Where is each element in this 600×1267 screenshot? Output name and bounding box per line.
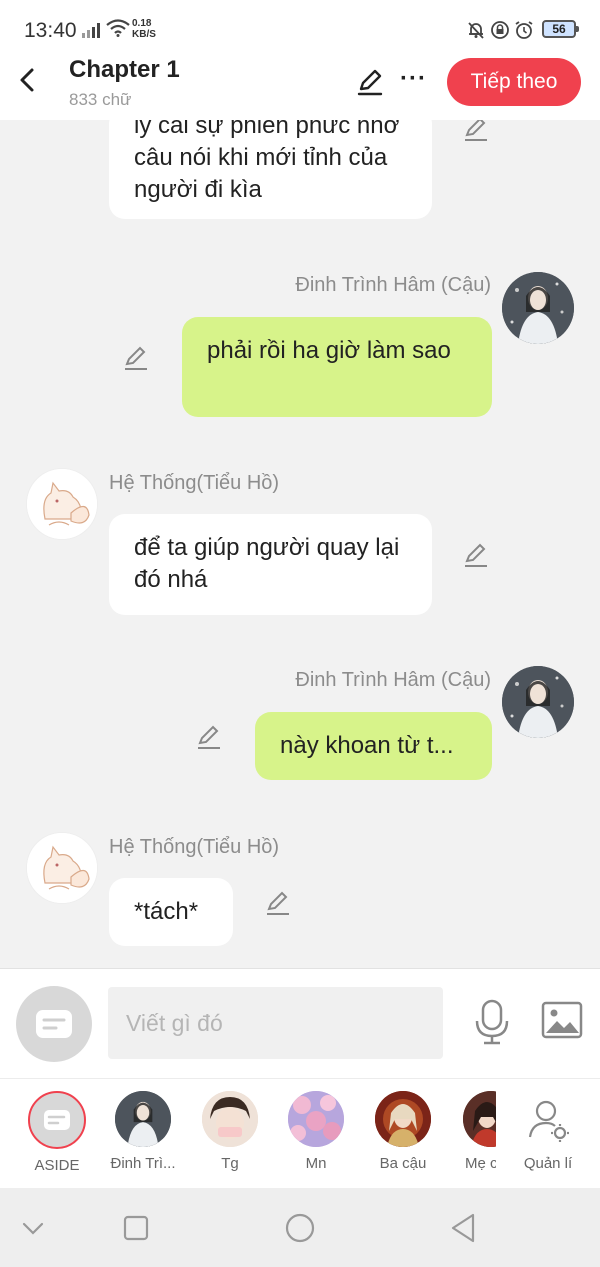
lock-rotation-icon	[491, 21, 509, 39]
nav-collapse-chevron-icon[interactable]	[15, 1210, 51, 1246]
character-label: ASIDE	[34, 1157, 80, 1174]
character-avatar[interactable]	[26, 468, 98, 540]
character-manage-button[interactable]: Quản lí	[505, 1091, 591, 1172]
message-text: phải rồi ha giờ làm sao	[207, 337, 451, 364]
avatar-photo-icon	[288, 1091, 344, 1147]
character-avatar[interactable]	[502, 272, 574, 344]
avatar-photo-icon	[202, 1091, 258, 1147]
character-label: Đinh Trì...	[110, 1155, 176, 1172]
character-label: Quản lí	[523, 1155, 573, 1172]
message-input[interactable]	[108, 987, 443, 1059]
sender-name: Hệ Thống(Tiểu Hồ)	[109, 836, 280, 858]
character-avatar[interactable]	[26, 832, 98, 904]
edit-message-pencil-icon[interactable]	[195, 724, 223, 752]
message-input-bar	[0, 968, 600, 1078]
manage-users-icon	[528, 1100, 569, 1142]
avatar-photo-icon	[502, 666, 574, 738]
aside-message-icon	[36, 1010, 72, 1038]
word-count: 833 chữ	[69, 90, 132, 109]
signal-icon	[82, 22, 100, 38]
microphone-icon[interactable]	[474, 999, 510, 1045]
character-item-dinh-trinh-ham[interactable]: Đinh Trì...	[100, 1091, 186, 1172]
avatar-photo-icon	[115, 1091, 171, 1147]
nav-recents-square-icon[interactable]	[118, 1210, 154, 1246]
character-item-mn[interactable]: Mn	[273, 1091, 359, 1172]
message-text: *tách*	[134, 898, 199, 925]
edit-message-pencil-icon[interactable]	[264, 890, 292, 918]
edit-message-pencil-icon[interactable]	[122, 345, 150, 373]
message-bubble[interactable]: *tách*	[109, 878, 233, 946]
character-label: Tg	[221, 1155, 239, 1172]
network-speed-value: 0.18	[132, 18, 152, 29]
avatar-photo-icon	[375, 1091, 431, 1147]
chat-area[interactable]: ly cái sự phiền phức nhờ câu nói khi mới…	[0, 120, 600, 968]
character-item-tg[interactable]: Tg	[187, 1091, 273, 1172]
character-avatar[interactable]	[502, 666, 574, 738]
nav-back-triangle-icon[interactable]	[446, 1210, 482, 1246]
character-label: Mn	[305, 1155, 327, 1172]
network-speed-unit: KB/S	[132, 29, 156, 40]
back-arrow-icon[interactable]	[12, 64, 42, 96]
message-text: này khoan từ t...	[280, 732, 454, 759]
image-upload-icon[interactable]	[541, 1001, 583, 1039]
more-options-icon[interactable]: ···	[400, 67, 427, 91]
sender-name: Đinh Trình Hâm (Cậu)	[295, 669, 491, 691]
chapter-title: Chapter 1	[69, 56, 180, 83]
aside-message-icon	[44, 1110, 70, 1130]
character-item-me-cau[interactable]: Mẹ c	[446, 1091, 496, 1172]
chapter-header: Chapter 1 833 chữ ··· Tiếp theo	[0, 50, 600, 120]
network-speed: 0.18 KB/S	[132, 18, 156, 40]
edit-message-pencil-icon[interactable]	[462, 542, 490, 570]
avatar-photo-icon	[463, 1091, 496, 1147]
message-text: để ta giúp người quay lại đó nhá	[134, 534, 400, 593]
wifi-icon	[106, 19, 130, 37]
character-item-aside[interactable]: ASIDE	[14, 1091, 100, 1174]
mute-bell-icon	[468, 22, 484, 39]
avatar-photo-icon	[502, 272, 574, 344]
message-bubble[interactable]: ly cái sự phiền phức nhờ câu nói khi mới…	[109, 120, 432, 219]
status-time: 13:40	[24, 19, 77, 42]
system-navigation-bar	[0, 1188, 600, 1267]
character-label: Mẹ c	[465, 1155, 496, 1172]
character-selector-bar: ASIDE Đinh Trì... Tg Mn Ba cậu Mẹ c Quản…	[0, 1078, 600, 1188]
message-bubble[interactable]: này khoan từ t...	[255, 712, 492, 780]
alarm-icon	[515, 21, 533, 39]
fox-avatar-icon	[27, 833, 97, 903]
message-text: ly cái sự phiền phức nhờ câu nói khi mới…	[134, 120, 400, 203]
message-bubble[interactable]: để ta giúp người quay lại đó nhá	[109, 514, 432, 615]
battery-indicator: 56	[542, 20, 579, 38]
edit-message-pencil-icon[interactable]	[462, 120, 490, 144]
next-chapter-button[interactable]: Tiếp theo	[447, 58, 581, 106]
fox-avatar-icon	[27, 469, 97, 539]
aside-toggle-button[interactable]	[16, 986, 92, 1062]
character-label: Ba cậu	[379, 1155, 427, 1172]
sender-name: Đinh Trình Hâm (Cậu)	[295, 274, 491, 296]
character-item-ba-cau[interactable]: Ba cậu	[360, 1091, 446, 1172]
message-bubble[interactable]: phải rồi ha giờ làm sao	[182, 317, 492, 417]
edit-pencil-icon[interactable]	[356, 68, 384, 96]
sender-name: Hệ Thống(Tiểu Hồ)	[109, 472, 280, 494]
nav-home-circle-icon[interactable]	[282, 1210, 318, 1246]
